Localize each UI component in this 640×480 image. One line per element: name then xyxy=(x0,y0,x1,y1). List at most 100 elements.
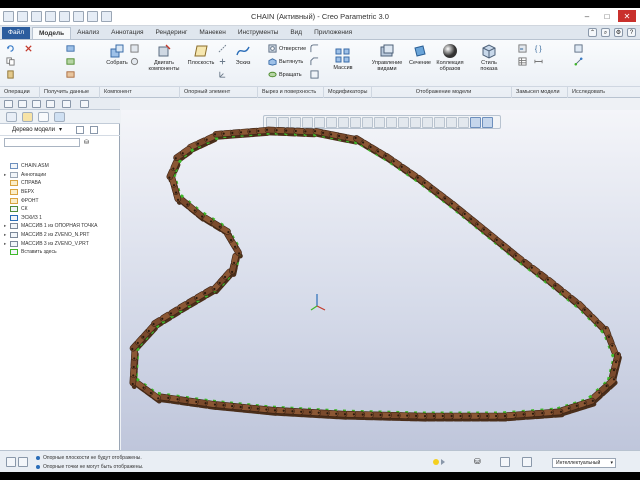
tree-node[interactable]: ФРОНТ xyxy=(4,196,120,205)
new-icon[interactable] xyxy=(4,100,13,108)
paste-button[interactable] xyxy=(6,70,15,79)
tab-annotate[interactable]: Аннотация xyxy=(105,27,149,39)
tree-node[interactable]: ВЕРХ xyxy=(4,188,120,197)
tab-analysis[interactable]: Анализ xyxy=(71,27,105,39)
maximize-icon[interactable]: □ xyxy=(598,10,616,22)
get-data-button-2[interactable] xyxy=(66,57,75,66)
tree-node[interactable]: Вставить здесь xyxy=(4,248,120,257)
group-model-intent[interactable]: Замысел модели xyxy=(512,87,568,98)
component-op-2[interactable] xyxy=(130,57,139,66)
group-modifiers[interactable]: Модификаторы xyxy=(324,87,372,98)
help-icon[interactable]: ? xyxy=(627,28,636,37)
modifier-op-3[interactable] xyxy=(310,70,319,79)
tree-columns-icon[interactable] xyxy=(90,125,99,134)
tab-applications[interactable]: Приложения xyxy=(308,27,358,39)
history-tab-icon[interactable] xyxy=(54,112,65,122)
find-icon[interactable]: ⛁ xyxy=(474,457,484,467)
group-get-data[interactable]: Получить данные xyxy=(40,87,100,98)
find-icon[interactable]: ⛁ xyxy=(84,139,89,146)
settings-icon[interactable]: ⚙ xyxy=(614,28,623,37)
intent-op-3[interactable] xyxy=(518,57,527,66)
investigate-op-2[interactable] xyxy=(574,57,583,66)
intent-op-2[interactable]: { } xyxy=(534,44,543,53)
tab-view[interactable]: Вид xyxy=(284,27,308,39)
pattern-button[interactable]: Массив xyxy=(330,48,356,71)
tab-file[interactable]: Файл xyxy=(2,27,30,39)
tree-node-label: СПРАВА xyxy=(21,180,42,187)
search-icon[interactable]: ⌕ xyxy=(601,28,610,37)
tree-node[interactable]: СК xyxy=(4,205,120,214)
delete-button[interactable] xyxy=(24,44,33,53)
group-investigate[interactable]: Исследовать xyxy=(568,87,640,98)
tree-settings-icon[interactable] xyxy=(76,125,85,134)
tab-render[interactable]: Рендеринг xyxy=(150,27,194,39)
tree-node[interactable]: СПРАВА xyxy=(4,179,120,188)
section-button[interactable]: Сечение xyxy=(406,43,434,66)
graphics-quick-toolbar xyxy=(0,98,120,110)
assemble-button[interactable]: Собрать xyxy=(104,43,130,66)
axis-button[interactable] xyxy=(218,44,227,53)
hole-button[interactable]: Отверстие xyxy=(268,44,306,53)
tree-node[interactable]: ▸ Аннотации xyxy=(4,171,120,180)
minimize-icon[interactable]: – xyxy=(578,10,596,22)
pattern-icon xyxy=(10,223,18,230)
component-icon xyxy=(130,57,139,66)
extrude-button[interactable]: Вытянуть xyxy=(268,57,303,66)
csys-button[interactable] xyxy=(218,70,227,79)
tab-model[interactable]: Модель xyxy=(31,27,72,39)
selection-filter-dropdown[interactable]: Интеллектуальный ▾ xyxy=(552,458,616,468)
modifier-op-1[interactable] xyxy=(310,44,319,53)
tree-node[interactable]: CHAIN.ASM xyxy=(4,162,120,171)
tree-search-input[interactable] xyxy=(4,138,80,147)
parameters-icon: { } xyxy=(535,44,542,53)
tab-tools[interactable]: Инструменты xyxy=(232,27,285,39)
tab-manikin[interactable]: Манекен xyxy=(193,27,231,39)
graphics-viewport[interactable] xyxy=(121,110,640,450)
plane-button[interactable]: Плоскость xyxy=(186,43,216,66)
display-style-button[interactable]: Стиль показа xyxy=(474,43,504,72)
group-datum[interactable]: Опорный элемент xyxy=(180,87,258,98)
revolve-button[interactable]: Вращать xyxy=(268,70,302,79)
component-op-1[interactable] xyxy=(130,44,139,53)
modifier-op-2[interactable] xyxy=(310,57,319,66)
sketch-button[interactable]: Эскиз xyxy=(232,43,254,66)
point-button[interactable] xyxy=(218,57,227,66)
tree-node[interactable]: ЭСКИЗ 1 xyxy=(4,214,120,223)
chain-assembly-model[interactable] xyxy=(121,110,640,450)
folder-browser-tab-icon[interactable] xyxy=(22,112,33,122)
tree-node[interactable]: ▸ МАССИВ 1 из ОПОРНАЯ ТОЧКА xyxy=(4,222,120,231)
group-operations[interactable]: Операции xyxy=(0,87,40,98)
chevron-down-icon: ▾ xyxy=(610,460,613,466)
redo-icon[interactable] xyxy=(62,100,71,108)
window-controls: – □ ✕ xyxy=(578,10,636,22)
favorites-tab-icon[interactable] xyxy=(38,112,49,122)
intent-op-4[interactable] xyxy=(534,57,543,66)
group-cut-surface[interactable]: Вырез и поверхность xyxy=(258,87,324,98)
save-icon[interactable] xyxy=(32,100,41,108)
regenerate-button[interactable] xyxy=(6,44,15,53)
selection-light-icon[interactable] xyxy=(432,458,446,466)
toggle-browser-icon[interactable] xyxy=(18,457,28,467)
tree-node[interactable]: ▸ МАССИВ 3 из ZVENO_V.PRT xyxy=(4,239,120,248)
close-icon[interactable]: ✕ xyxy=(618,10,636,22)
view-manager-button[interactable]: Управление видами xyxy=(370,43,404,72)
model-tree-tab-icon[interactable] xyxy=(6,112,17,122)
minimize-ribbon-icon[interactable]: ⌃ xyxy=(588,28,597,37)
toggle-navigator-icon[interactable] xyxy=(6,457,16,467)
intent-op-1[interactable]: = xyxy=(518,44,527,53)
select-box-icon[interactable] xyxy=(500,457,510,467)
open-icon[interactable] xyxy=(18,100,27,108)
undo-icon[interactable] xyxy=(46,100,55,108)
drag-components-button[interactable]: Двигать компоненты xyxy=(146,43,182,72)
regenerate-icon[interactable] xyxy=(80,100,89,108)
group-component[interactable]: Компонент xyxy=(100,87,180,98)
get-data-button-1[interactable] xyxy=(66,44,75,53)
copy-button[interactable] xyxy=(6,57,15,66)
select-edge-icon[interactable] xyxy=(522,457,532,467)
group-model-display[interactable]: Отображение модели xyxy=(372,87,512,98)
dropdown-icon[interactable]: ▾ xyxy=(59,126,62,133)
tree-node[interactable]: ▸ МАССИВ 2 из ZVENO_N.PRT xyxy=(4,231,120,240)
get-data-button-3[interactable] xyxy=(66,70,75,79)
investigate-op-1[interactable] xyxy=(574,44,583,53)
appearance-gallery-button[interactable]: Коллекция образов xyxy=(434,43,466,72)
